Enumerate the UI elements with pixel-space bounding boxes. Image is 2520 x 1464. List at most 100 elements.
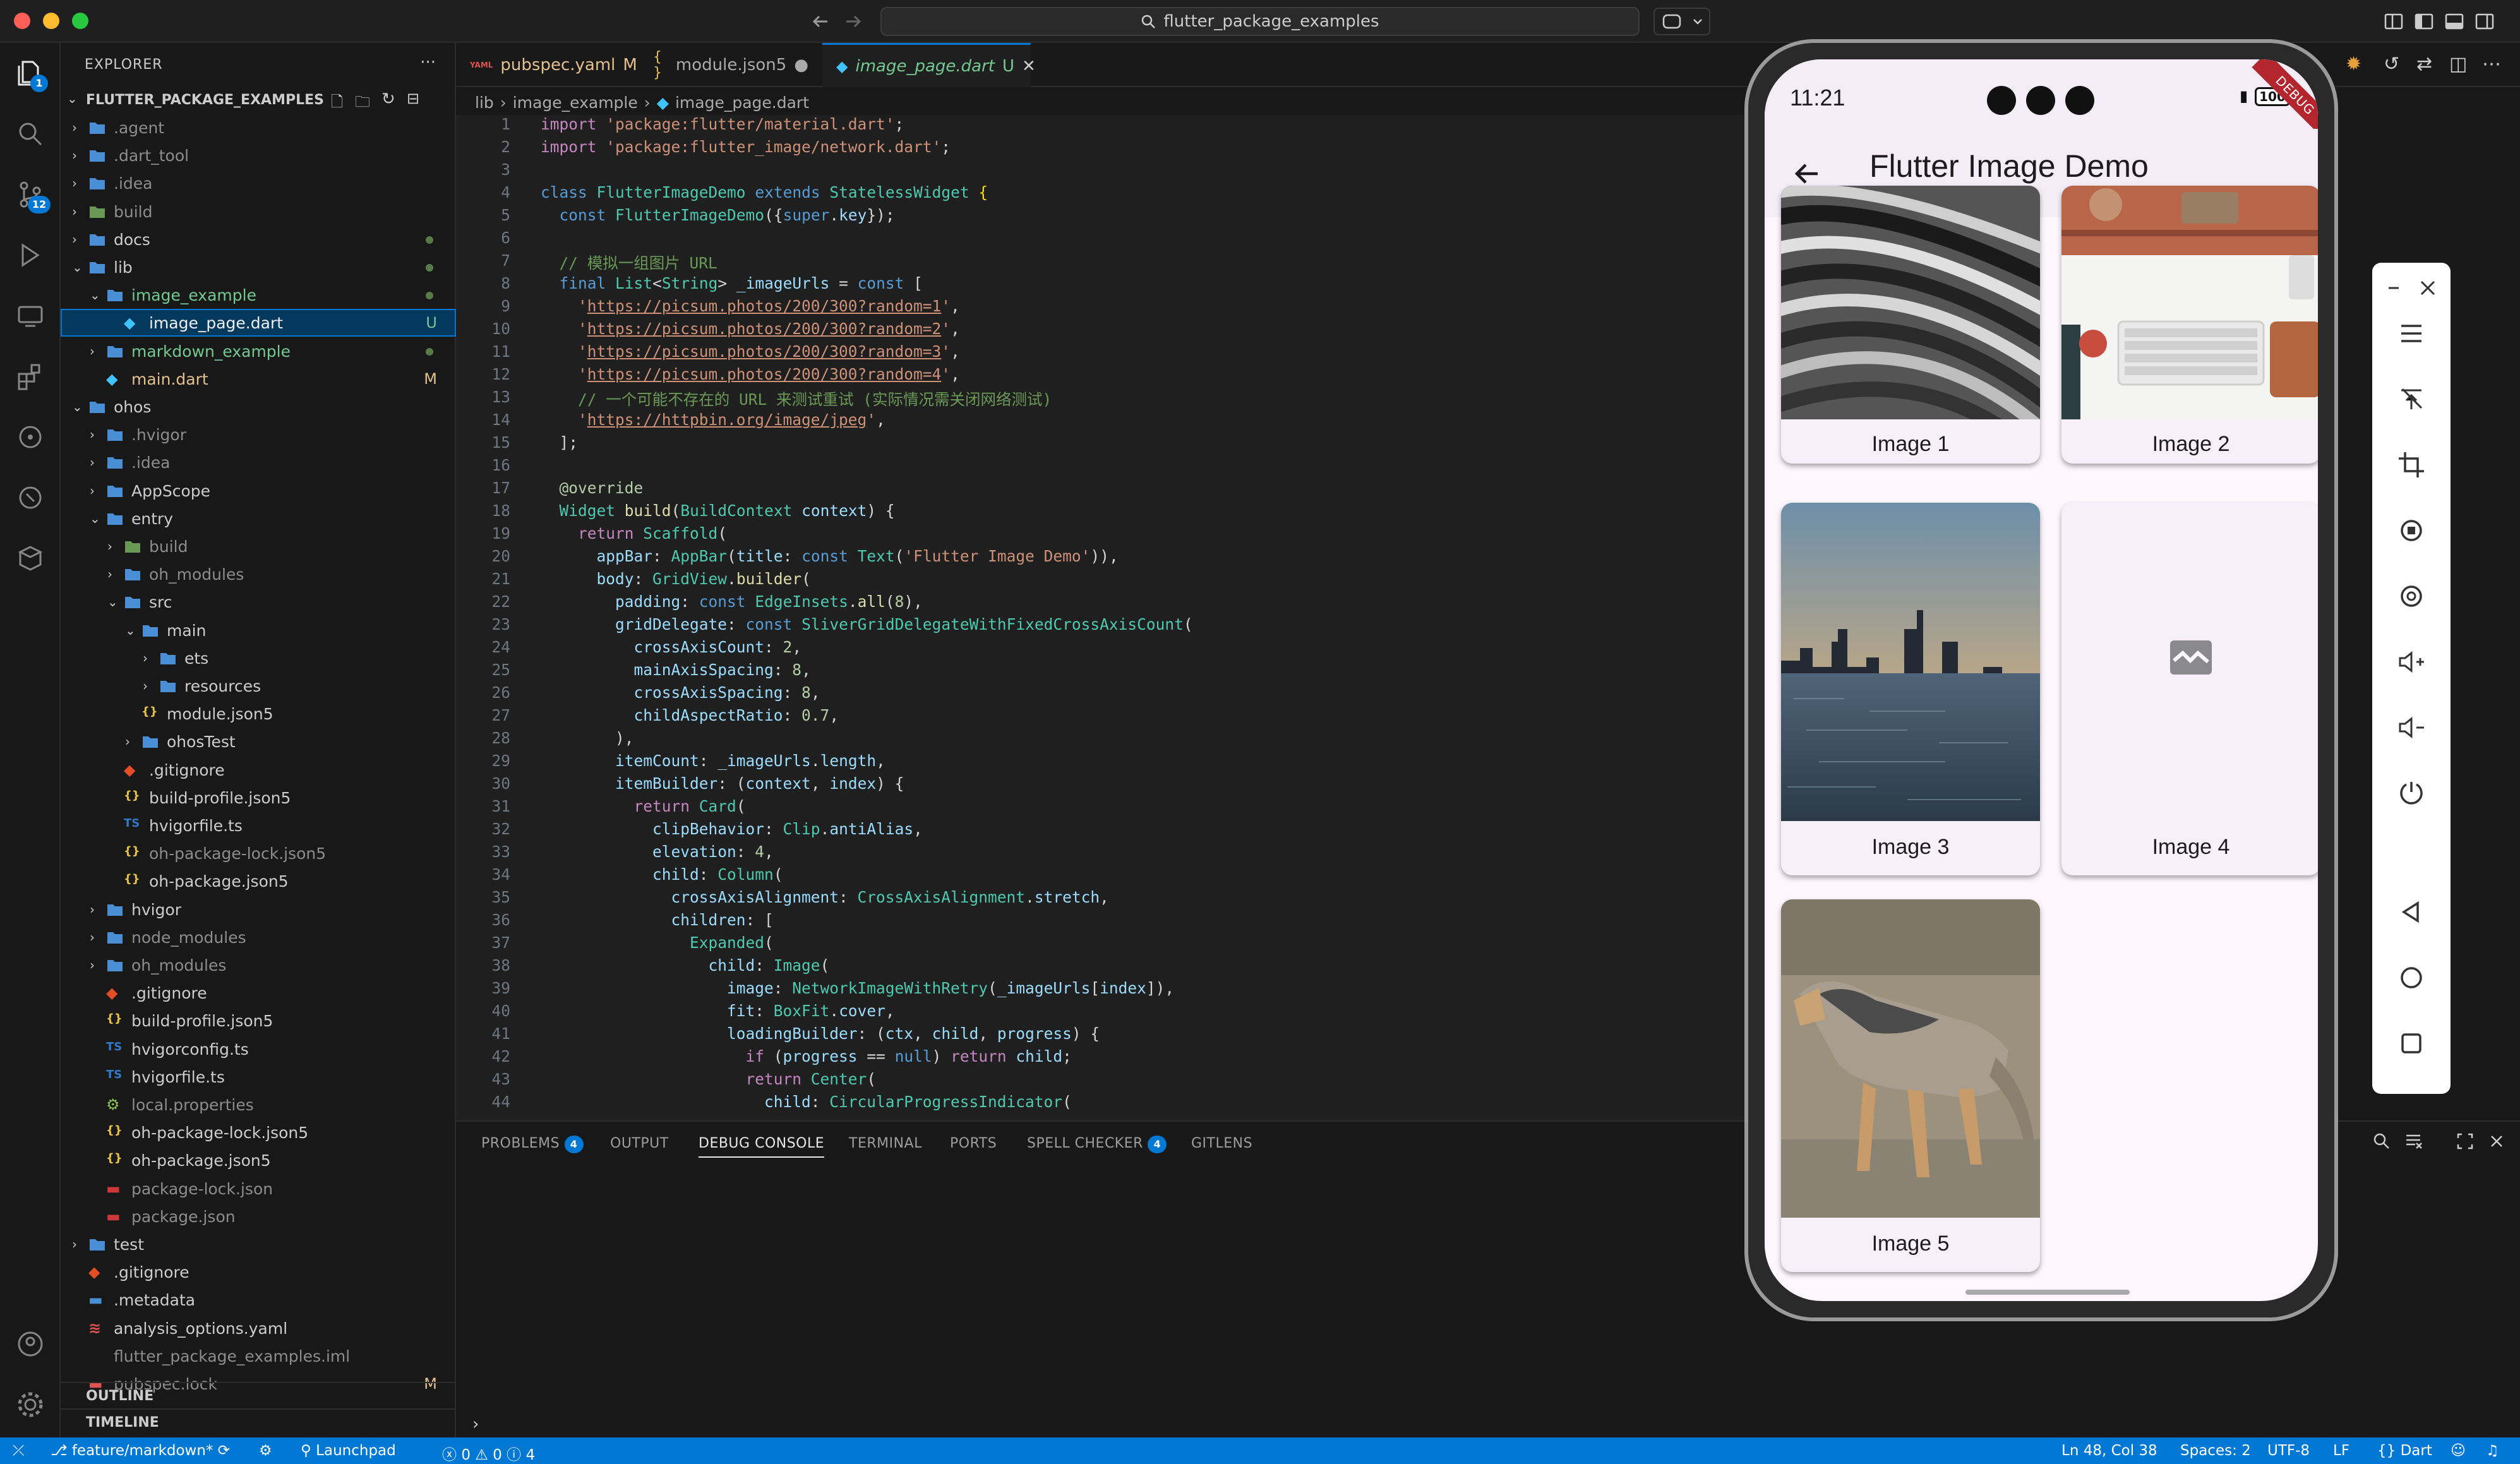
tab-problems[interactable]: PROBLEMS 4 bbox=[481, 1136, 584, 1153]
image-card[interactable]: Image 3 bbox=[1781, 503, 2040, 875]
branch-indicator[interactable]: ⎇ feature/markdown* ⟳ bbox=[51, 1443, 230, 1459]
tab-gitlens[interactable]: GITLENS bbox=[1191, 1136, 1252, 1151]
toggle-sidebar-icon[interactable] bbox=[2413, 10, 2435, 33]
tree-item[interactable]: › .idea bbox=[61, 448, 456, 476]
tree-item[interactable]: {} build-profile.json5 bbox=[61, 784, 456, 812]
tree-item[interactable]: {} oh-package.json5 bbox=[61, 1146, 456, 1174]
debug-icon[interactable]: ⚙ bbox=[259, 1443, 272, 1459]
menu-icon[interactable] bbox=[2395, 317, 2428, 350]
tree-item[interactable]: › hvigor bbox=[61, 896, 456, 923]
tree-item[interactable]: ⌄ src bbox=[61, 588, 456, 616]
tree-item[interactable]: › markdown_example bbox=[61, 337, 456, 365]
tree-item[interactable]: TS hvigorfile.ts bbox=[61, 1063, 456, 1091]
pin-off-icon[interactable] bbox=[2395, 383, 2428, 416]
command-center-search[interactable]: flutter_package_examples bbox=[880, 7, 1640, 36]
flutter-hot-reload-icon[interactable]: ✹ bbox=[2346, 53, 2368, 76]
tab-image-page-dart[interactable]: ◆ image_page.dart U ✕ bbox=[822, 43, 1036, 87]
search-icon[interactable] bbox=[2372, 1132, 2391, 1151]
nav-home-icon[interactable] bbox=[2395, 961, 2428, 994]
remote-icon[interactable]: ⤫ bbox=[13, 1443, 24, 1459]
volume-up-icon[interactable] bbox=[2395, 645, 2428, 678]
tree-item[interactable]: ◆ main.dart M bbox=[61, 365, 456, 393]
tree-item[interactable]: › docs bbox=[61, 225, 456, 253]
clear-console-icon[interactable] bbox=[2404, 1132, 2423, 1151]
cursor-position[interactable]: Ln 48, Col 38 bbox=[2061, 1443, 2157, 1459]
tab-ports[interactable]: PORTS bbox=[950, 1136, 997, 1151]
nav-back-icon[interactable] bbox=[2395, 896, 2428, 928]
gitlens-icon[interactable] bbox=[14, 421, 47, 453]
tree-item[interactable]: flutter_package_examples.iml bbox=[61, 1342, 456, 1370]
tree-item[interactable]: ◆ image_page.dart U bbox=[61, 309, 456, 337]
layout-icon[interactable] bbox=[2382, 10, 2405, 33]
screenshot-crop-icon[interactable] bbox=[2395, 448, 2428, 481]
encoding[interactable]: UTF-8 bbox=[2267, 1443, 2310, 1459]
tree-item[interactable]: › oh_modules bbox=[61, 951, 456, 979]
tree-item[interactable]: ⌄ ohos bbox=[61, 393, 456, 421]
tree-item[interactable]: › build bbox=[61, 532, 456, 560]
nav-recents-icon[interactable] bbox=[2395, 1027, 2428, 1060]
maximize-panel-icon[interactable] bbox=[2456, 1132, 2475, 1151]
run-debug-icon[interactable] bbox=[14, 239, 47, 272]
tree-item[interactable]: › ohosTest bbox=[61, 728, 456, 755]
volume-down-icon[interactable] bbox=[2395, 711, 2428, 744]
tree-item[interactable]: ▬ package-lock.json bbox=[61, 1175, 456, 1203]
tree-item[interactable]: › build bbox=[61, 198, 456, 225]
history-icon[interactable]: ↺ bbox=[2384, 53, 2406, 76]
tree-item[interactable]: ≋ analysis_options.yaml bbox=[61, 1314, 456, 1342]
tree-item[interactable]: TS hvigorfile.ts bbox=[61, 812, 456, 839]
toggle-panel-icon[interactable] bbox=[2443, 10, 2466, 33]
workspace-root-header[interactable]: ⌄ FLUTTER_PACKAGE_EXAMPLES 🗋 🗀 ↻ ⊟ bbox=[61, 86, 456, 114]
remote-explorer-icon[interactable] bbox=[14, 299, 47, 332]
split-editor-icon[interactable]: ◫ bbox=[2449, 53, 2472, 76]
settings-gear-icon[interactable] bbox=[14, 1388, 47, 1421]
copilot-status-icon[interactable]: ☺ bbox=[2451, 1443, 2466, 1459]
tab-module-json5[interactable]: { } module.json5 ● bbox=[639, 43, 822, 87]
tree-item[interactable]: {} oh-package.json5 bbox=[61, 867, 456, 895]
tree-item[interactable]: › node_modules bbox=[61, 923, 456, 951]
back-arrow-icon[interactable] bbox=[810, 10, 832, 33]
source-control-icon[interactable]: 12 bbox=[14, 178, 51, 213]
tree-item[interactable]: › .idea bbox=[61, 169, 456, 197]
tab-debug-console[interactable]: DEBUG CONSOLE bbox=[699, 1136, 825, 1158]
tree-item[interactable]: ◆ .gitignore bbox=[61, 756, 456, 784]
tree-item[interactable]: › .agent bbox=[61, 114, 456, 141]
more-actions-icon[interactable]: ··· bbox=[420, 53, 436, 72]
refresh-icon[interactable]: ↻ bbox=[381, 90, 395, 109]
breadcrumb-item[interactable]: image_example bbox=[513, 93, 638, 112]
more-actions-icon[interactable]: ⋯ bbox=[2482, 53, 2505, 76]
account-icon[interactable] bbox=[14, 1328, 47, 1360]
image-card[interactable]: Image 5 bbox=[1781, 899, 2040, 1272]
collapse-all-icon[interactable]: ⊟ bbox=[407, 90, 419, 107]
breadcrumb-item[interactable]: lib bbox=[475, 93, 494, 112]
copilot-button[interactable] bbox=[1653, 8, 1710, 35]
close-icon[interactable] bbox=[2415, 275, 2440, 301]
tree-item[interactable]: ⌄ image_example bbox=[61, 281, 456, 309]
console-prompt-icon[interactable]: › bbox=[472, 1415, 479, 1434]
notifications-bell-icon[interactable]: ♫ bbox=[2486, 1443, 2499, 1459]
indentation[interactable]: Spaces: 2 bbox=[2180, 1443, 2251, 1459]
timeline-section[interactable]: TIMELINE bbox=[61, 1408, 456, 1435]
forward-arrow-icon[interactable] bbox=[841, 10, 864, 33]
new-file-icon[interactable]: 🗋 bbox=[331, 91, 343, 117]
tab-pubspec-yaml[interactable]: YAML pubspec.yaml M bbox=[456, 43, 639, 87]
tree-item[interactable]: › .dart_tool bbox=[61, 141, 456, 169]
tree-item[interactable]: ⌄ main bbox=[61, 616, 456, 644]
outline-section[interactable]: OUTLINE bbox=[61, 1382, 456, 1408]
problems-summary[interactable]: ⓧ 0 ⚠ 0 ⓘ 4 bbox=[442, 1443, 535, 1464]
flutter-icon[interactable] bbox=[14, 481, 47, 514]
image-card[interactable]: Image 4 bbox=[2061, 503, 2318, 875]
tab-terminal[interactable]: TERMINAL bbox=[849, 1136, 922, 1151]
compare-icon[interactable]: ⇄ bbox=[2416, 53, 2439, 76]
new-folder-icon[interactable]: 🗀 bbox=[355, 91, 370, 117]
tree-item[interactable]: ▬ package.json bbox=[61, 1203, 456, 1230]
tree-item[interactable]: {} build-profile.json5 bbox=[61, 1007, 456, 1035]
database-icon[interactable] bbox=[14, 542, 47, 575]
tree-item[interactable]: {} oh-package-lock.json5 bbox=[61, 1119, 456, 1146]
tree-item[interactable]: › AppScope bbox=[61, 477, 456, 505]
tree-item[interactable]: ◆ .gitignore bbox=[61, 1258, 456, 1286]
breadcrumb-item[interactable]: image_page.dart bbox=[675, 93, 809, 112]
zoom-window-button[interactable] bbox=[72, 13, 88, 29]
minimize-icon[interactable] bbox=[2381, 275, 2406, 301]
explorer-icon[interactable]: 1 bbox=[14, 57, 48, 92]
image-card[interactable]: Image 2 bbox=[2061, 186, 2318, 464]
